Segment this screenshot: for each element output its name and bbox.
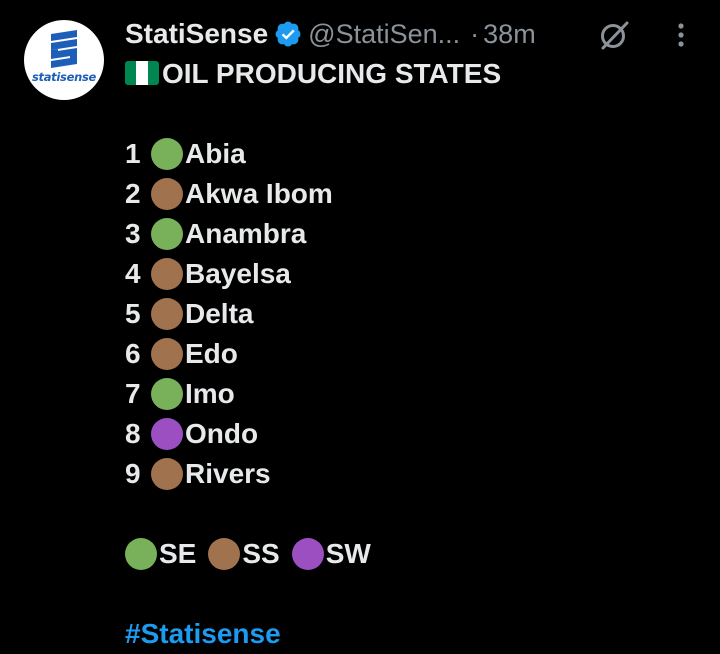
state-name: Delta: [185, 298, 254, 329]
legend-circle-icon: [125, 538, 157, 570]
region-circle-icon: [151, 178, 183, 210]
region-circle-icon: [151, 258, 183, 290]
region-circle-icon: [151, 418, 183, 450]
region-circle-icon: [151, 218, 183, 250]
region-circle-icon: [151, 378, 183, 410]
region-circle-icon: [151, 298, 183, 330]
hashtag-link[interactable]: #Statisense: [125, 614, 281, 654]
tweet-header: StatiSense @StatiSen... · 38m: [125, 14, 536, 54]
nigeria-flag-icon: [125, 61, 159, 85]
region-circle-icon: [151, 338, 183, 370]
state-number: 7: [125, 378, 141, 409]
state-number: 4: [125, 258, 141, 289]
state-name: Imo: [185, 378, 235, 409]
user-handle[interactable]: @StatiSen...: [308, 19, 460, 50]
state-number: 2: [125, 178, 141, 209]
avatar-brand-text: statisense: [31, 70, 97, 84]
state-number: 6: [125, 338, 141, 369]
legend-label: SE: [159, 538, 197, 569]
statisense-logo-icon: [51, 30, 77, 68]
region-circle-icon: [151, 138, 183, 170]
state-list-item: 1 Abia: [125, 134, 501, 174]
state-list-item: 7 Imo: [125, 374, 501, 414]
state-list-item: 6 Edo: [125, 334, 501, 374]
state-name: Ondo: [185, 418, 259, 449]
state-number: 1: [125, 138, 141, 169]
legend-label: SW: [325, 538, 371, 569]
verified-badge-icon[interactable]: [275, 21, 302, 48]
state-number: 9: [125, 458, 141, 489]
state-name: Anambra: [185, 218, 307, 249]
timestamp[interactable]: 38m: [483, 19, 536, 50]
state-number: 8: [125, 418, 141, 449]
state-number: 5: [125, 298, 141, 329]
display-name[interactable]: StatiSense: [125, 18, 268, 50]
state-number: 3: [125, 218, 141, 249]
state-list: 1 Abia 2 Akwa Ibom 3 Anambra 4 Bayelsa 5 Delta 6 Ed…: [125, 134, 501, 494]
tweet-body: OIL PRODUCING STATES 1 Abia 2 Akwa Ibom 3 Ana…: [125, 54, 501, 654]
grok-icon[interactable]: [597, 18, 631, 52]
region-legend: SE SS SW: [125, 534, 501, 574]
avatar[interactable]: statisense: [24, 20, 104, 100]
region-circle-icon: [151, 458, 183, 490]
legend-circle-icon: [208, 538, 241, 570]
state-name: Abia: [185, 138, 246, 169]
state-name: Bayelsa: [185, 258, 291, 289]
hashtag-line: #Statisense: [125, 614, 501, 654]
state-list-item: 9 Rivers: [125, 454, 501, 494]
tweet[interactable]: statisense StatiSense @StatiSen... · 38m…: [0, 0, 720, 653]
legend-label: SS: [242, 538, 280, 569]
tweet-title: OIL PRODUCING STATES: [162, 58, 502, 89]
legend-circle-icon: [291, 538, 324, 570]
state-name: Akwa Ibom: [185, 178, 333, 209]
state-list-item: 8 Ondo: [125, 414, 501, 454]
tweet-title-line: OIL PRODUCING STATES: [125, 54, 501, 94]
state-list-item: 2 Akwa Ibom: [125, 174, 501, 214]
state-name: Edo: [185, 338, 238, 369]
state-list-item: 5 Delta: [125, 294, 501, 334]
state-list-item: 3 Anambra: [125, 214, 501, 254]
separator-dot: ·: [470, 18, 480, 49]
more-options-icon[interactable]: [664, 18, 698, 52]
state-name: Rivers: [185, 458, 271, 489]
state-list-item: 4 Bayelsa: [125, 254, 501, 294]
